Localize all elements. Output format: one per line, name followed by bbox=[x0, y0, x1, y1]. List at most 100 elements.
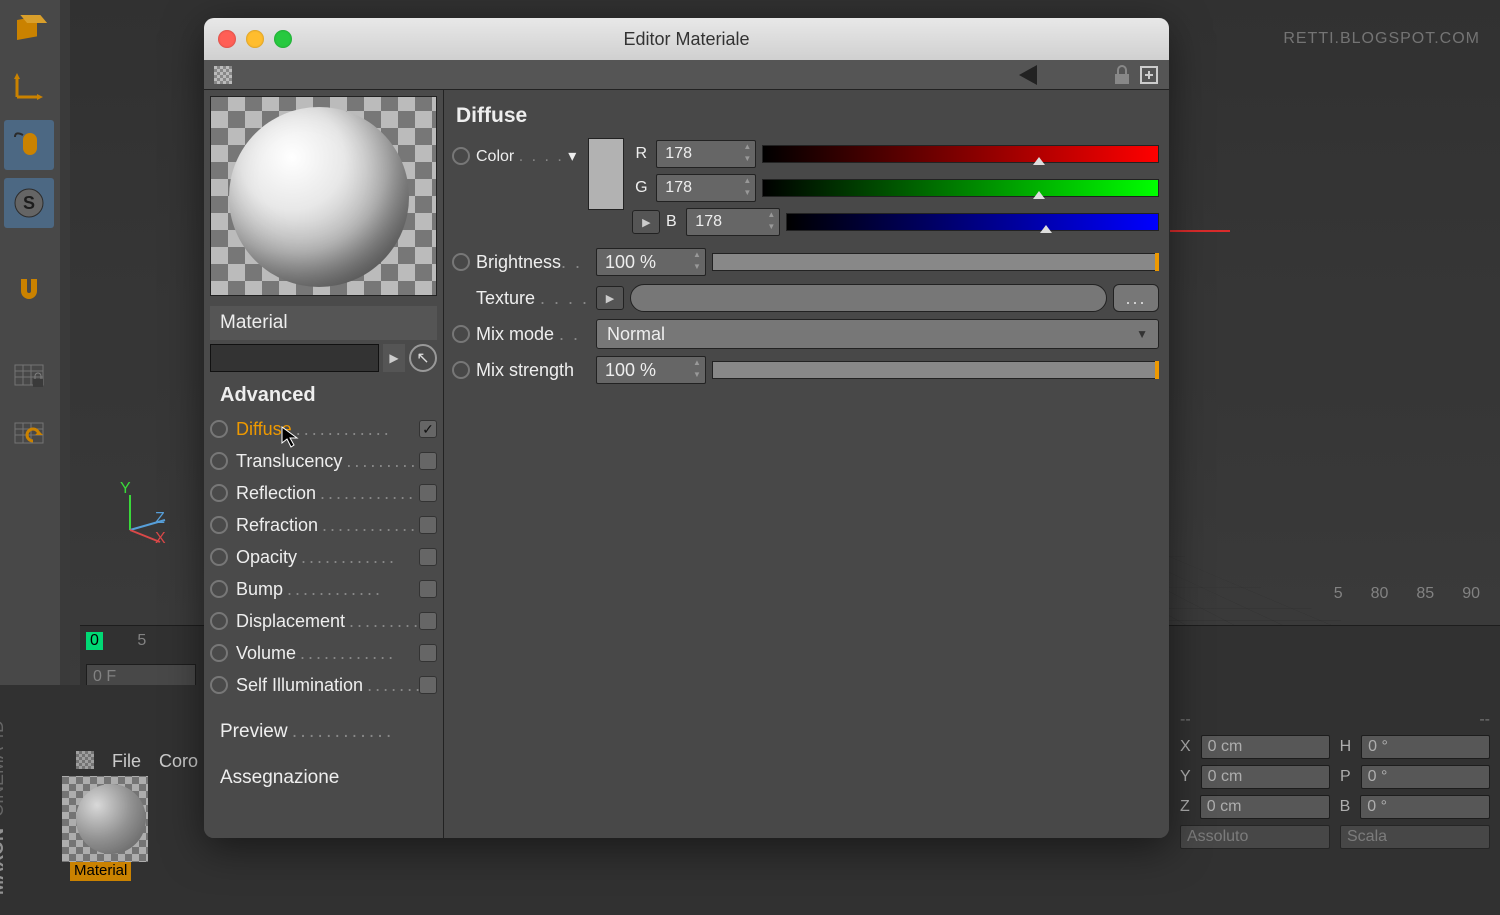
channel-label: Bump bbox=[236, 579, 419, 600]
back-icon[interactable] bbox=[1019, 65, 1037, 85]
b-field[interactable]: 0 ° bbox=[1360, 795, 1490, 819]
channel-checkbox[interactable] bbox=[419, 516, 437, 534]
x-field[interactable]: 0 cm bbox=[1201, 735, 1330, 759]
anim-radio[interactable] bbox=[210, 516, 228, 534]
maxon-logo: MAXON CINEMA 4D bbox=[0, 720, 8, 895]
channel-refraction[interactable]: Refraction bbox=[210, 509, 437, 541]
anim-radio[interactable] bbox=[210, 420, 228, 438]
channel-label: Self Illumination bbox=[236, 675, 419, 696]
r-slider[interactable] bbox=[762, 145, 1159, 163]
titlebar[interactable]: Editor Materiale bbox=[204, 18, 1169, 60]
refresh-grid-icon[interactable] bbox=[4, 408, 54, 458]
scale-mode[interactable]: Scala bbox=[1340, 825, 1490, 849]
channel-bump[interactable]: Bump bbox=[210, 573, 437, 605]
magnet-icon[interactable] bbox=[4, 264, 54, 314]
minimize-icon[interactable] bbox=[246, 30, 264, 48]
color-mode-button[interactable]: ▶ bbox=[632, 210, 660, 234]
brightness-input[interactable]: 100 %▲▼ bbox=[596, 248, 706, 276]
channel-volume[interactable]: Volume bbox=[210, 637, 437, 669]
y-field[interactable]: 0 cm bbox=[1201, 765, 1330, 789]
assegnazione-link[interactable]: Assegnazione bbox=[204, 761, 443, 795]
z-field[interactable]: 0 cm bbox=[1200, 795, 1330, 819]
dropdown-arrow-icon[interactable]: ▶ bbox=[383, 344, 405, 372]
zoom-icon[interactable] bbox=[274, 30, 292, 48]
channel-label: Volume bbox=[236, 643, 419, 664]
channel-label: Displacement bbox=[236, 611, 419, 632]
g-slider[interactable] bbox=[762, 179, 1159, 197]
channel-checkbox[interactable] bbox=[419, 452, 437, 470]
menu-file[interactable]: File bbox=[112, 751, 141, 772]
channel-translucency[interactable]: Translucency bbox=[210, 445, 437, 477]
anim-radio[interactable] bbox=[210, 676, 228, 694]
brightness-label: Brightness. . bbox=[476, 252, 590, 273]
mix-mode-label: Mix mode . . bbox=[476, 324, 590, 345]
anim-radio[interactable] bbox=[210, 644, 228, 662]
channel-panel: Material ▶ ↖ Advanced Diffuse Translucen… bbox=[204, 90, 444, 838]
channel-checkbox[interactable] bbox=[419, 580, 437, 598]
material-name[interactable]: Material bbox=[70, 860, 131, 881]
material-thumbnail[interactable] bbox=[76, 784, 146, 854]
channel-opacity[interactable]: Opacity bbox=[210, 541, 437, 573]
new-window-icon[interactable] bbox=[1139, 65, 1159, 85]
channel-label: Translucency bbox=[236, 451, 419, 472]
timeline-ruler-right: 5808590 bbox=[1334, 585, 1500, 625]
mix-strength-input[interactable]: 100 %▲▼ bbox=[596, 356, 706, 384]
cursor-icon[interactable]: ↖ bbox=[409, 344, 437, 372]
checker-icon bbox=[76, 751, 94, 769]
channel-checkbox[interactable] bbox=[419, 612, 437, 630]
channel-displacement[interactable]: Displacement bbox=[210, 605, 437, 637]
p-field[interactable]: 0 ° bbox=[1361, 765, 1490, 789]
brightness-slider[interactable] bbox=[712, 253, 1159, 271]
mix-strength-label: Mix strength bbox=[476, 360, 590, 381]
texture-input[interactable] bbox=[630, 284, 1107, 312]
mix-strength-slider[interactable] bbox=[712, 361, 1159, 379]
mix-mode-dropdown[interactable]: Normal▼ bbox=[596, 319, 1159, 349]
anim-radio[interactable] bbox=[210, 580, 228, 598]
channel-checkbox[interactable] bbox=[419, 676, 437, 694]
channel-label: Refraction bbox=[236, 515, 419, 536]
sphere-s-icon[interactable]: S bbox=[4, 178, 54, 228]
window-title: Editor Materiale bbox=[204, 29, 1169, 50]
material-editor-window: Editor Materiale Material ▶ ↖ Advanced D… bbox=[204, 18, 1169, 838]
channel-checkbox[interactable] bbox=[419, 484, 437, 502]
texture-browse-button[interactable]: ... bbox=[1113, 284, 1159, 312]
material-name-label: Material bbox=[210, 306, 437, 340]
b-slider[interactable] bbox=[786, 213, 1159, 231]
anim-radio[interactable] bbox=[452, 361, 470, 379]
channel-checkbox[interactable] bbox=[419, 420, 437, 438]
cube-icon[interactable] bbox=[4, 4, 54, 54]
search-input[interactable] bbox=[210, 344, 379, 372]
menu-corona[interactable]: Coro bbox=[159, 751, 198, 772]
channel-reflection[interactable]: Reflection bbox=[210, 477, 437, 509]
axis-icon[interactable] bbox=[4, 62, 54, 112]
b-input[interactable]: 178▲▼ bbox=[686, 208, 780, 236]
anim-radio[interactable] bbox=[210, 612, 228, 630]
anim-radio[interactable] bbox=[452, 147, 470, 165]
mouse-icon[interactable] bbox=[4, 120, 54, 170]
g-input[interactable]: 178▲▼ bbox=[656, 174, 756, 202]
channel-self-illumination[interactable]: Self Illumination bbox=[210, 669, 437, 701]
h-field[interactable]: 0 ° bbox=[1361, 735, 1490, 759]
channel-label: Opacity bbox=[236, 547, 419, 568]
channel-checkbox[interactable] bbox=[419, 548, 437, 566]
svg-text:S: S bbox=[23, 193, 35, 213]
texture-menu-button[interactable]: ▶ bbox=[596, 286, 624, 310]
lock-grid-icon[interactable] bbox=[4, 350, 54, 400]
channel-diffuse[interactable]: Diffuse bbox=[210, 413, 437, 445]
anim-radio[interactable] bbox=[210, 548, 228, 566]
close-icon[interactable] bbox=[218, 30, 236, 48]
r-input[interactable]: 178▲▼ bbox=[656, 140, 756, 168]
anim-radio[interactable] bbox=[452, 253, 470, 271]
preview-link[interactable]: Preview bbox=[204, 715, 443, 749]
color-swatch[interactable] bbox=[588, 138, 624, 210]
coord-mode[interactable]: Assoluto bbox=[1180, 825, 1330, 849]
anim-radio[interactable] bbox=[452, 325, 470, 343]
anim-radio[interactable] bbox=[210, 452, 228, 470]
lock-icon[interactable] bbox=[1113, 65, 1131, 85]
editor-toolbar bbox=[204, 60, 1169, 90]
orientation-gizmo: Y ZX bbox=[120, 480, 131, 498]
material-preview[interactable] bbox=[210, 96, 437, 296]
checker-icon[interactable] bbox=[214, 66, 232, 84]
channel-checkbox[interactable] bbox=[419, 644, 437, 662]
anim-radio[interactable] bbox=[210, 484, 228, 502]
